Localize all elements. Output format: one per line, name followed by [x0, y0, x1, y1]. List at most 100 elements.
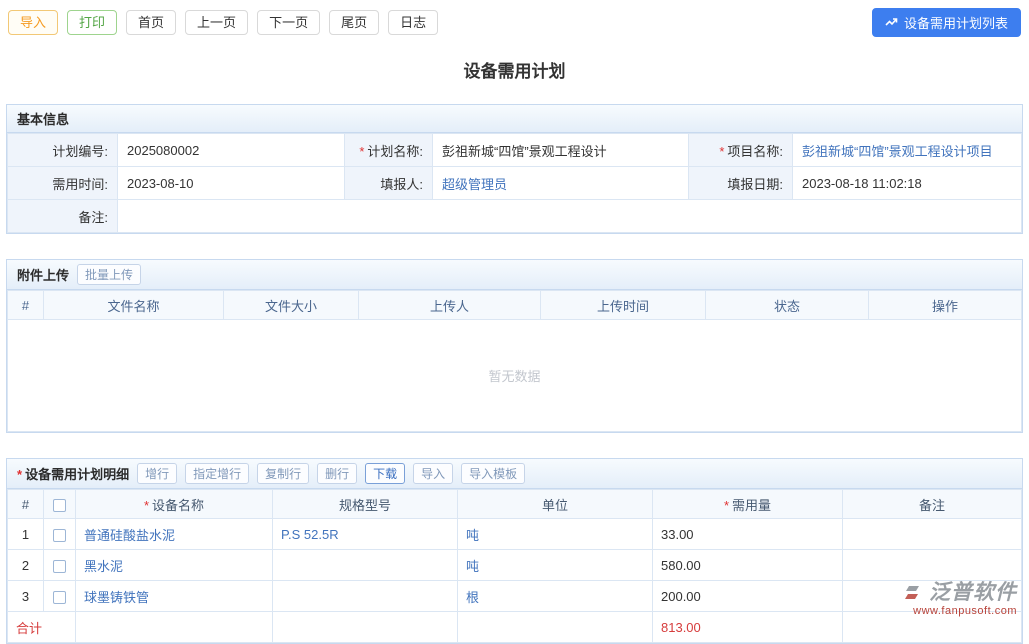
- row-index: 1: [8, 519, 44, 550]
- nav-prev-page-button[interactable]: 上一页: [185, 10, 248, 35]
- device-name-link[interactable]: 黑水泥: [84, 559, 123, 574]
- total-row: 合计 813.00: [8, 612, 1022, 643]
- table-row: 1 普通硅酸盐水泥 P.S 52.5R 吨 33.00: [8, 519, 1022, 550]
- qty-cell: 33.00: [653, 519, 843, 550]
- row-index: 2: [8, 550, 44, 581]
- col-file-size: 文件大小: [224, 291, 359, 320]
- row-checkbox[interactable]: [53, 529, 66, 542]
- delete-row-button[interactable]: 删行: [317, 463, 357, 484]
- col-uploader: 上传人: [359, 291, 541, 320]
- project-name-value: 彭祖新城“四馆”景观工程设计项目: [793, 134, 1022, 167]
- basic-info-header: 基本信息: [7, 105, 1022, 133]
- col-unit: 单位: [458, 490, 653, 519]
- qty-cell: 200.00: [653, 581, 843, 612]
- col-required-qty-text: 需用量: [732, 498, 771, 513]
- spec-link[interactable]: P.S 52.5R: [281, 527, 339, 542]
- col-upload-time: 上传时间: [541, 291, 706, 320]
- col-remark: 备注: [843, 490, 1022, 519]
- device-name-cell: 普通硅酸盐水泥: [76, 519, 273, 550]
- details-title-text: 设备需用计划明细: [25, 467, 129, 482]
- col-select-all: [44, 490, 76, 519]
- insert-row-button[interactable]: 指定增行: [185, 463, 249, 484]
- import-rows-button[interactable]: 导入: [413, 463, 453, 484]
- plan-name-value: 彭祖新城“四馆”景观工程设计: [433, 134, 689, 167]
- trend-arrow-icon: [885, 16, 898, 29]
- row-checkbox[interactable]: [53, 591, 66, 604]
- required-marker: *: [144, 498, 149, 513]
- total-remark-cell: [843, 612, 1022, 643]
- nav-next-page-button[interactable]: 下一页: [257, 10, 320, 35]
- total-label: 合计: [8, 612, 76, 643]
- details-table-header-row: # *设备名称 规格型号 单位 *需用量 备注: [8, 490, 1022, 519]
- nav-last-page-button[interactable]: 尾页: [329, 10, 379, 35]
- page-title: 设备需用计划: [0, 57, 1029, 82]
- row-checkbox[interactable]: [53, 560, 66, 573]
- col-row-index: #: [8, 490, 44, 519]
- spec-cell: [273, 581, 458, 612]
- add-row-button[interactable]: 增行: [137, 463, 177, 484]
- report-date-label-text: 填报日期:: [727, 177, 783, 192]
- copy-row-button[interactable]: 复制行: [257, 463, 309, 484]
- project-name-label: *项目名称:: [689, 134, 793, 167]
- spec-cell: P.S 52.5R: [273, 519, 458, 550]
- unit-link[interactable]: 根: [466, 590, 479, 605]
- total-name-cell: [76, 612, 273, 643]
- required-marker: *: [17, 467, 22, 482]
- report-date-label: 填报日期:: [689, 167, 793, 200]
- empty-data-text: 暂无数据: [8, 320, 1022, 432]
- unit-link[interactable]: 吨: [466, 528, 479, 543]
- log-button[interactable]: 日志: [388, 10, 438, 35]
- import-button[interactable]: 导入: [8, 10, 58, 35]
- device-name-cell: 黑水泥: [76, 550, 273, 581]
- batch-upload-button[interactable]: 批量上传: [77, 264, 141, 285]
- col-device-name: *设备名称: [76, 490, 273, 519]
- device-name-link[interactable]: 球墨铸铁管: [84, 590, 149, 605]
- attachment-table: # 文件名称 文件大小 上传人 上传时间 状态 操作 暂无数据: [7, 290, 1022, 432]
- row-checkbox-cell: [44, 581, 76, 612]
- qty-cell: 580.00: [653, 550, 843, 581]
- col-status: 状态: [706, 291, 869, 320]
- download-button[interactable]: 下载: [365, 463, 405, 484]
- total-unit-cell: [458, 612, 653, 643]
- unit-link[interactable]: 吨: [466, 559, 479, 574]
- toolbar: 导入 打印 首页 上一页 下一页 尾页 日志 设备需用计划列表: [0, 0, 1029, 43]
- col-required-qty: *需用量: [653, 490, 843, 519]
- reporter-link[interactable]: 超级管理员: [442, 177, 507, 192]
- import-template-button[interactable]: 导入模板: [461, 463, 525, 484]
- project-name-label-text: 项目名称:: [727, 144, 783, 159]
- plan-list-button[interactable]: 设备需用计划列表: [872, 8, 1021, 37]
- attachment-header: 附件上传 批量上传: [7, 260, 1022, 290]
- remark-cell: [843, 519, 1022, 550]
- plan-no-label-text: 计划编号:: [52, 144, 108, 159]
- project-name-link[interactable]: 彭祖新城“四馆”景观工程设计项目: [802, 144, 993, 159]
- reporter-label-text: 填报人:: [380, 177, 423, 192]
- required-marker: *: [719, 144, 724, 159]
- col-spec-model: 规格型号: [273, 490, 458, 519]
- details-table: # *设备名称 规格型号 单位 *需用量 备注 1 普通硅酸盐水泥 P.S 52…: [7, 489, 1022, 643]
- unit-cell: 吨: [458, 550, 653, 581]
- need-date-label: 需用时间:: [8, 167, 118, 200]
- table-row: 3 球墨铸铁管 根 200.00: [8, 581, 1022, 612]
- nav-first-page-button[interactable]: 首页: [126, 10, 176, 35]
- device-name-cell: 球墨铸铁管: [76, 581, 273, 612]
- select-all-checkbox[interactable]: [53, 499, 66, 512]
- plan-name-label: *计划名称:: [345, 134, 433, 167]
- need-date-value: 2023-08-10: [118, 167, 345, 200]
- reporter-label: 填报人:: [345, 167, 433, 200]
- device-name-link[interactable]: 普通硅酸盐水泥: [84, 528, 175, 543]
- total-spec-cell: [273, 612, 458, 643]
- basic-info-row-2: 需用时间: 2023-08-10 填报人: 超级管理员 填报日期: 2023-0…: [8, 167, 1022, 200]
- required-marker: *: [359, 144, 364, 159]
- attachment-title: 附件上传: [17, 265, 69, 284]
- report-date-value: 2023-08-18 11:02:18: [793, 167, 1022, 200]
- remark-cell: [843, 550, 1022, 581]
- print-button[interactable]: 打印: [67, 10, 117, 35]
- plan-list-button-label: 设备需用计划列表: [904, 13, 1008, 32]
- plan-no-label: 计划编号:: [8, 134, 118, 167]
- need-date-label-text: 需用时间:: [52, 177, 108, 192]
- spec-cell: [273, 550, 458, 581]
- remark-label: 备注:: [8, 200, 118, 233]
- basic-info-table: 计划编号: 2025080002 *计划名称: 彭祖新城“四馆”景观工程设计 *…: [7, 133, 1022, 233]
- remark-cell: [843, 581, 1022, 612]
- reporter-value: 超级管理员: [433, 167, 689, 200]
